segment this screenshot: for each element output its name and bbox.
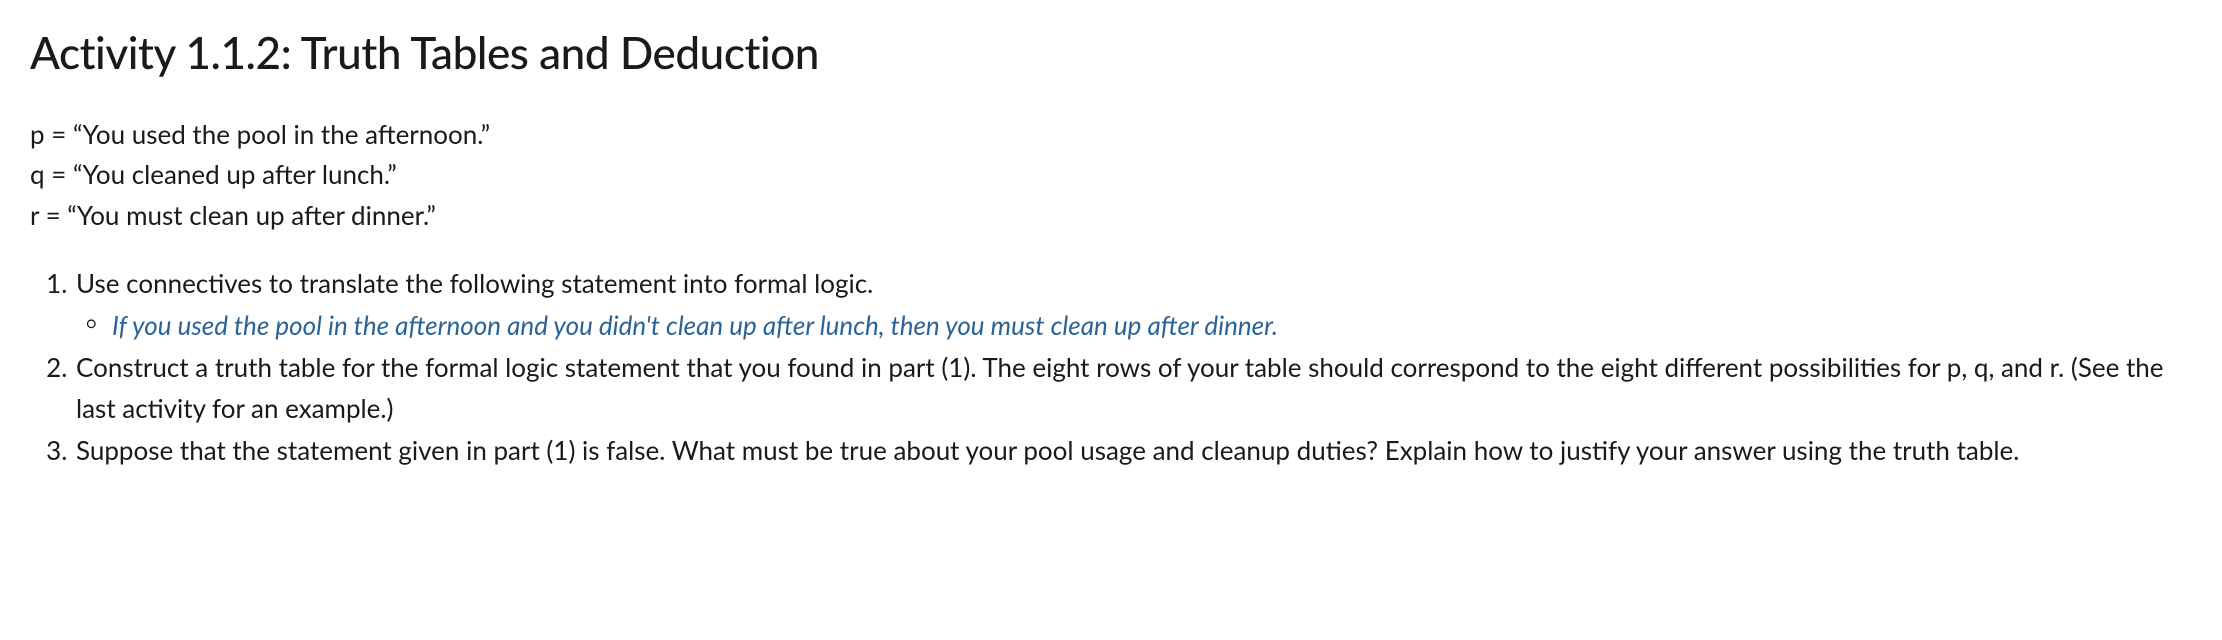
question-3: Suppose that the statement given in part… [74,430,2192,470]
question-1-sublist: If you used the pool in the afternoon an… [76,305,2192,345]
question-1-text: Use connectives to translate the followi… [76,267,873,299]
question-1-statement: If you used the pool in the afternoon an… [112,305,2192,345]
proposition-r: r = “You must clean up after dinner.” [30,195,2192,235]
proposition-p: p = “You used the pool in the afternoon.… [30,114,2192,154]
proposition-q: q = “You cleaned up after lunch.” [30,154,2192,194]
question-list: Use connectives to translate the followi… [30,263,2192,470]
question-2: Construct a truth table for the formal l… [74,347,2192,428]
question-1: Use connectives to translate the followi… [74,263,2192,346]
question-2-text: Construct a truth table for the formal l… [76,351,2164,423]
question-3-text: Suppose that the statement given in part… [76,434,2019,466]
proposition-definitions: p = “You used the pool in the afternoon.… [30,114,2192,235]
activity-title: Activity 1.1.2: Truth Tables and Deducti… [30,20,2192,86]
